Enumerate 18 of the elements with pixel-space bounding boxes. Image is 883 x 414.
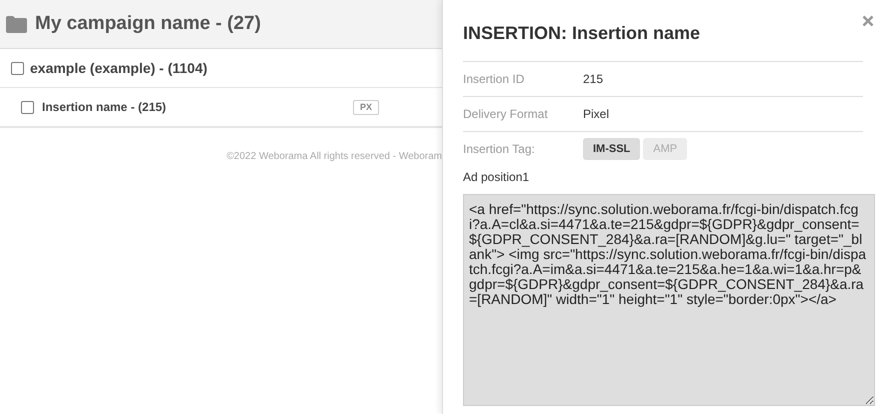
insertion-label[interactable]: Insertion name - (215) [42, 98, 166, 116]
field-label: Insertion ID [463, 71, 526, 88]
field-label: Delivery Format [463, 106, 549, 123]
close-button[interactable] [862, 15, 874, 27]
format-tag: PX [352, 100, 379, 114]
campaign-title: My campaign name - (27) [35, 12, 261, 36]
panel-title: INSERTION: Insertion name [463, 22, 700, 45]
field-value: Pixel [583, 106, 610, 123]
checkbox[interactable] [11, 62, 24, 74]
field-label: Insertion Tag: [463, 141, 536, 158]
folder-icon [6, 16, 27, 32]
group-label: example (example) - (1104) [30, 58, 208, 78]
field-value: 215 [583, 71, 604, 88]
code-label: Ad position1 [463, 169, 530, 186]
code-field[interactable]: <a href="https://sync.solution.weborama.fr/fcgi-bin/dispatch.fcgi?a.A=cl&a.si=4471&a.te=215&gdpr=${GDPR}&gdpr_consent=${GDPR_CONSENT_284}&a.ra=[RANDOM]&g.lu=" target="_blank"> <img src="https://sync.solution.weborama.fr/fcgi-bin/dispatch.fcgi?a.A=im&a.si=4471&a.te=215&a.he=1&a.wi=1&a.hr=p&gdpr=${GDPR}&gdpr_consent=${GDPR_CONSENT_284}&a.ra=[RANDOM]" width="1" height="1" style="border:0px"></a> [463, 194, 875, 406]
checkbox[interactable] [21, 100, 34, 114]
tag-tab[interactable]: IM-SSL [583, 138, 640, 160]
footer-text: ©2022 Weborama All rights reserved - Weboram [226, 150, 442, 164]
